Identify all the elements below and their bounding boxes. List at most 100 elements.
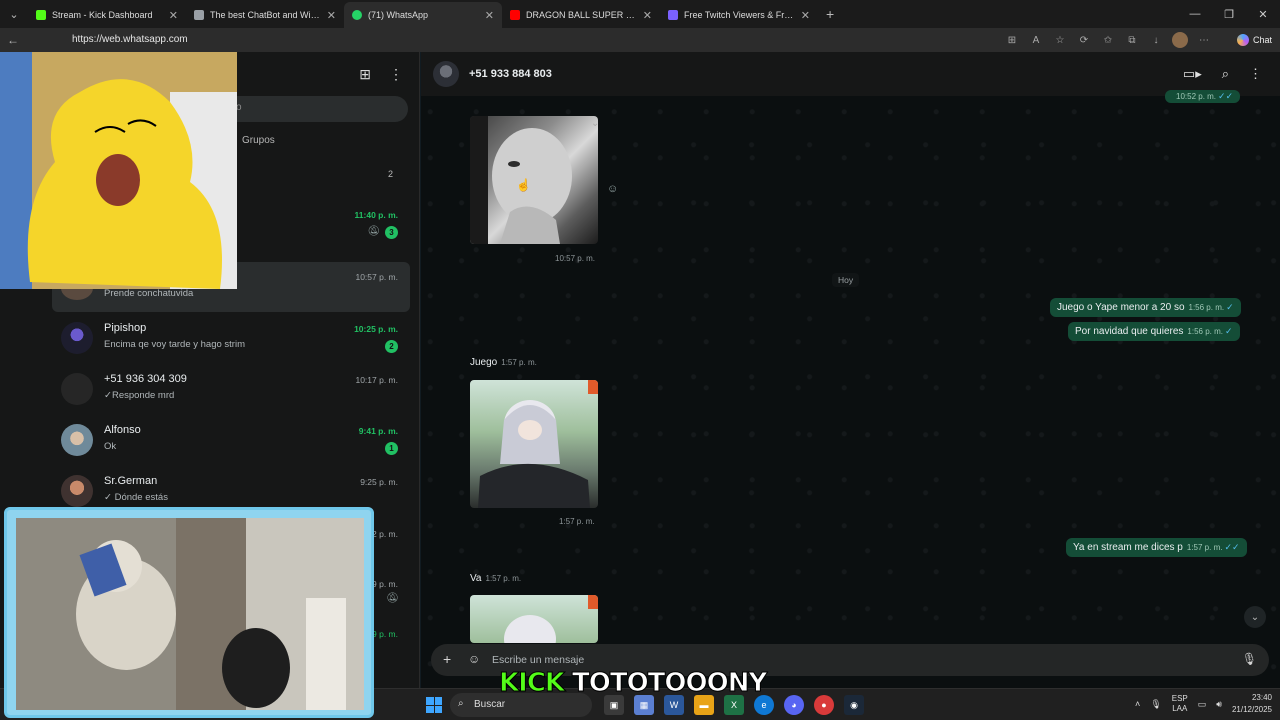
favorites-icon[interactable]: ✩ (1100, 32, 1116, 48)
avatar (61, 424, 93, 456)
contact-avatar[interactable] (433, 61, 459, 87)
image-message[interactable] (470, 380, 598, 508)
double-check-icon: ✓✓ (1224, 542, 1240, 552)
tab-whatsapp[interactable]: (71) WhatsApp ✕ (344, 2, 502, 28)
favorite-star-icon[interactable]: ☆ (1052, 32, 1068, 48)
tab-kick-dashboard[interactable]: Stream - Kick Dashboard ✕ (28, 2, 186, 28)
close-tab-icon[interactable]: ✕ (801, 9, 810, 22)
viewers-favicon-icon (668, 10, 678, 20)
message-time: 10:52 p. m. (1176, 92, 1217, 101)
menu-dots-icon[interactable]: ⋮ (1249, 66, 1262, 82)
outgoing-message-partial[interactable]: 10:52 p. m. ✓✓ (1165, 90, 1241, 103)
chat-time: 9:25 p. m. (360, 477, 398, 487)
chevron-down-icon[interactable]: ⌄ (591, 118, 599, 129)
copilot-label: Chat (1252, 35, 1272, 45)
address-bar-actions: ⊞ A ☆ ⟳ ✩ ⧉ ↓ ⋯ (1004, 32, 1212, 48)
close-tab-icon[interactable]: ✕ (643, 9, 652, 22)
download-icon[interactable]: ↓ (1148, 32, 1164, 48)
video-call-icon[interactable]: ▭▸ (1183, 66, 1202, 82)
filter-chip-grupos[interactable]: Grupos (236, 130, 281, 150)
chat-name: +51 936 304 309 (104, 373, 187, 385)
close-tab-icon[interactable]: ✕ (169, 9, 178, 22)
file-explorer-icon[interactable]: ▬ (694, 695, 714, 715)
restore-icon[interactable]: ❐ (1212, 0, 1246, 28)
message-time: 10:57 p. m. (555, 254, 596, 263)
tab-chatbot-widgets[interactable]: The best ChatBot and Widgets for ✕ (186, 2, 344, 28)
image-message-partial[interactable] (470, 595, 598, 643)
chat-last-message: ✓Responde mrd (104, 390, 175, 401)
hand-cursor-icon: ☝ (516, 178, 531, 192)
tab-title: Stream - Kick Dashboard (52, 10, 153, 20)
widgets-icon[interactable]: ▦ (634, 695, 654, 715)
outgoing-message[interactable]: Ya en stream me dices p 1:57 p. m. ✓✓ (1066, 538, 1247, 557)
chat-time: 9:41 p. m. (358, 426, 398, 436)
avatar (61, 373, 93, 405)
minimize-icon[interactable]: — (1178, 0, 1212, 28)
new-tab-icon[interactable]: + (826, 6, 834, 22)
outgoing-message[interactable]: Por navidad que quieres 1:56 p. m. ✓ (1068, 322, 1240, 341)
search-icon[interactable]: ⌕ (1222, 66, 1229, 82)
clock[interactable]: 23:40 21/12/2025 (1232, 692, 1272, 716)
app-red-icon[interactable]: ● (814, 695, 834, 715)
url-field[interactable]: https://web.whatsapp.com (72, 34, 188, 45)
language-indicator[interactable]: ESP LAA (1172, 694, 1188, 714)
extensions-icon[interactable]: ⟳ (1076, 32, 1092, 48)
edge-icon[interactable]: e (754, 695, 774, 715)
volume-icon[interactable]: 🔊︎ (1216, 699, 1222, 710)
incoming-message[interactable]: Juego 1:57 p. m. (470, 357, 537, 368)
webcam-overlay (4, 507, 374, 718)
steam-icon[interactable]: ◉ (844, 695, 864, 715)
tab-actions-menu-icon[interactable]: ⌄ (0, 0, 28, 28)
attach-plus-icon[interactable]: + (443, 651, 451, 667)
emoji-icon[interactable]: ☺ (468, 652, 480, 666)
excel-icon[interactable]: X (724, 695, 744, 715)
close-window-icon[interactable]: ✕ (1246, 0, 1280, 28)
install-app-icon[interactable]: ⊞ (1004, 32, 1020, 48)
room-scene-image (16, 518, 364, 710)
copilot-chat-button[interactable]: Chat (1236, 32, 1272, 48)
unread-badge: 2 (385, 340, 398, 353)
conversation-header[interactable]: +51 933 884 803 ▭▸ ⌕ ⋮ (421, 52, 1280, 96)
incoming-message[interactable]: Va 1:57 p. m. (470, 573, 521, 584)
chevron-up-icon[interactable]: ˄ (1135, 699, 1140, 709)
message-input[interactable]: Escribe un mensaje (492, 654, 584, 666)
emoji-react-icon[interactable]: ☺ (607, 183, 618, 195)
task-view-icon[interactable]: ▣ (604, 695, 624, 715)
chat-list-item[interactable]: Alfonso Ok 9:41 p. m. 1 (52, 416, 410, 466)
message-time: 1:56 p. m. (1188, 303, 1225, 312)
chat-time: 11:40 p. m. (354, 210, 398, 220)
collections-icon[interactable]: ⧉ (1124, 32, 1140, 48)
outgoing-message[interactable]: Juego o Yape menor a 20 so 1:56 p. m. ✓ (1050, 298, 1241, 317)
back-arrow-icon[interactable]: ← (0, 33, 26, 47)
word-icon[interactable]: W (664, 695, 684, 715)
chat-time: 10:25 p. m. (354, 324, 398, 334)
scroll-to-bottom-button[interactable]: ⌄ (1244, 606, 1266, 628)
message-time: 1:56 p. m. (1187, 327, 1223, 336)
taskbar-search-label: Buscar (474, 699, 506, 710)
whatsapp-favicon-icon (352, 10, 362, 20)
microphone-icon[interactable]: 🎙︎ (1242, 652, 1257, 666)
read-aloud-icon[interactable]: A (1028, 32, 1044, 48)
new-chat-icon[interactable]: ⊞ (359, 66, 371, 83)
discord-icon[interactable]: ◕ (784, 695, 804, 715)
chip-label: Grupos (242, 134, 275, 146)
chat-list-item[interactable]: +51 936 304 309 ✓Responde mrd 10:17 p. m… (52, 365, 410, 415)
avatar (61, 475, 93, 507)
close-tab-icon[interactable]: ✕ (485, 9, 494, 22)
image-message[interactable] (470, 116, 598, 244)
contact-name[interactable]: +51 933 884 803 (469, 68, 552, 80)
network-icon[interactable]: ▭ (1198, 699, 1207, 710)
start-windows-icon[interactable] (426, 697, 442, 713)
profile-avatar-icon[interactable] (1172, 32, 1188, 48)
more-menu-icon[interactable]: ⋯ (1196, 32, 1212, 48)
youtube-favicon-icon (510, 10, 520, 20)
close-tab-icon[interactable]: ✕ (327, 9, 336, 22)
kick-favicon-icon (36, 10, 46, 20)
menu-dots-icon[interactable]: ⋮ (389, 66, 403, 83)
check-icon: ✓ (1225, 326, 1233, 336)
search-icon: ⌕ (458, 698, 464, 709)
tab-dragon-ball[interactable]: DRAGON BALL SUPER OP 2 - ✕ (502, 2, 660, 28)
tab-free-viewers[interactable]: Free Twitch Viewers & Free Kick V ✕ (660, 2, 818, 28)
microphone-icon[interactable]: 🎙︎ (1150, 699, 1161, 710)
chat-list-item[interactable]: Pipishop Encima qe voy tarde y hago stri… (52, 314, 410, 364)
